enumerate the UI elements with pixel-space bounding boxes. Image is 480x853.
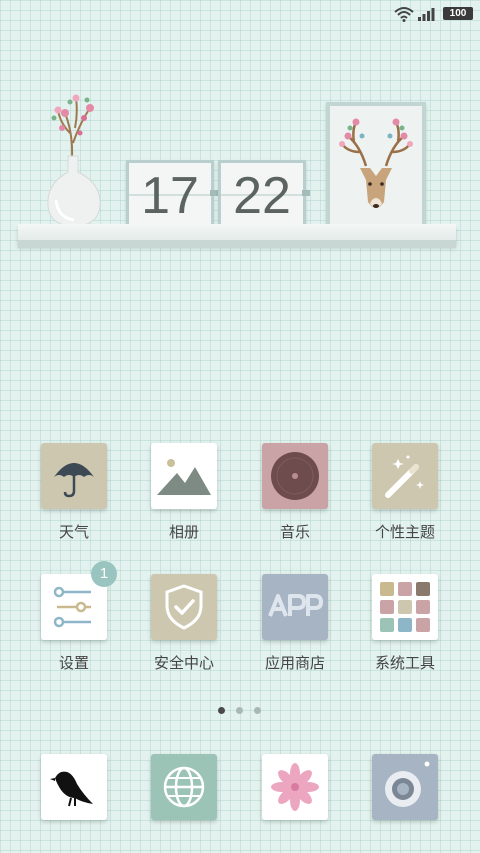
page-dot[interactable] bbox=[236, 707, 243, 714]
app-system-tools[interactable]: 系统工具 bbox=[350, 574, 460, 684]
camera-icon bbox=[372, 754, 438, 820]
app-label: 天气 bbox=[58, 523, 89, 541]
app-weather[interactable]: 天气 bbox=[19, 443, 129, 553]
page-dot-active[interactable] bbox=[218, 707, 225, 714]
dock-app-bird[interactable] bbox=[19, 754, 129, 853]
status-bar: 100 bbox=[0, 0, 480, 28]
app-label: 个性主题 bbox=[374, 523, 435, 541]
tools-grid-icon bbox=[372, 574, 438, 640]
clock-hour: 17 bbox=[141, 167, 199, 225]
page-dot[interactable] bbox=[254, 707, 261, 714]
app-gallery[interactable]: 相册 bbox=[129, 443, 239, 553]
clock-minute: 22 bbox=[233, 167, 291, 225]
app-settings[interactable]: 设置 bbox=[19, 574, 129, 684]
app-label: 设置 bbox=[58, 654, 89, 672]
app-store[interactable]: 应用商店 bbox=[240, 574, 350, 684]
clock-hour-card[interactable]: 17 bbox=[126, 160, 214, 228]
app-label: 安全中心 bbox=[153, 654, 214, 672]
app-label: 相册 bbox=[168, 523, 199, 541]
bird-icon bbox=[41, 754, 107, 820]
deer-antler-icon bbox=[339, 118, 413, 208]
magic-wand-icon bbox=[372, 443, 438, 509]
dock-app-browser[interactable] bbox=[129, 754, 239, 853]
mountain-photo-icon bbox=[151, 443, 217, 509]
notification-badge: 1 bbox=[91, 561, 117, 587]
app-label: 应用商店 bbox=[264, 654, 325, 672]
clock-minute-card[interactable]: 22 bbox=[218, 160, 306, 228]
deer-picture-frame bbox=[326, 102, 426, 228]
flower-icon bbox=[262, 754, 328, 820]
app-label: 音乐 bbox=[279, 523, 310, 541]
clock-connector bbox=[210, 190, 218, 196]
umbrella-icon bbox=[41, 443, 107, 509]
app-security-center[interactable]: 安全中心 bbox=[129, 574, 239, 684]
app-themes[interactable]: 个性主题 bbox=[350, 443, 460, 553]
wifi-icon bbox=[394, 7, 414, 22]
app-music[interactable]: 音乐 bbox=[240, 443, 350, 553]
cell-signal-icon bbox=[418, 8, 435, 21]
shelf-edge bbox=[18, 240, 456, 248]
dock-app-camera[interactable] bbox=[350, 754, 460, 853]
dock-app-flower[interactable] bbox=[240, 754, 350, 853]
vase-decoration bbox=[47, 94, 101, 227]
battery-indicator: 100 bbox=[443, 7, 473, 20]
clock-connector bbox=[302, 190, 310, 196]
app-store-icon bbox=[262, 574, 328, 640]
vinyl-record-icon bbox=[262, 443, 328, 509]
app-label: 系统工具 bbox=[374, 654, 435, 672]
shield-check-icon bbox=[151, 574, 217, 640]
globe-icon bbox=[151, 754, 217, 820]
